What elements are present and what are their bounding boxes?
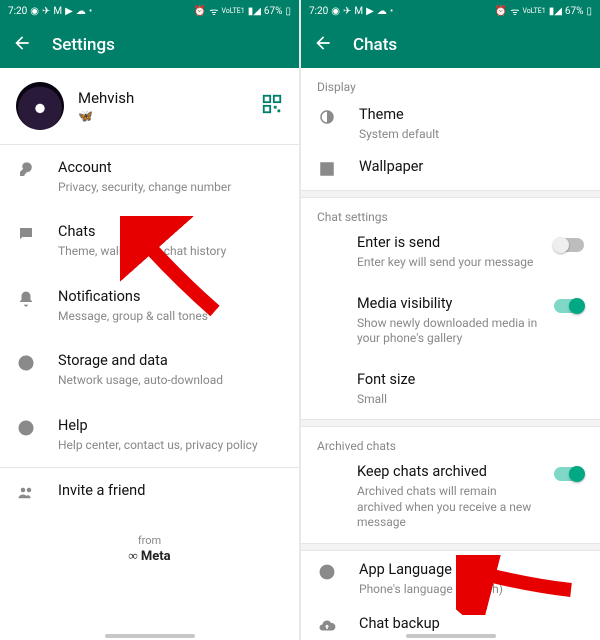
status-bar: 7:20 ◉ ✈ M ▶ ☁ • ⏰ ᯤ VoLTE1 ▮◢ 67% ▯: [0, 0, 299, 22]
item-sub: Message, group & call tones: [58, 309, 283, 325]
section-display: Display: [301, 68, 600, 100]
settings-item-notifications[interactable]: Notifications Message, group & call tones: [0, 274, 299, 338]
item-sub: Help center, contact us, privacy policy: [58, 438, 283, 454]
item-title: Invite a friend: [58, 482, 283, 501]
settings-item-storage[interactable]: Storage and data Network usage, auto-down…: [0, 338, 299, 402]
telegram-icon: ✈: [42, 6, 50, 17]
chat-icon: [16, 225, 36, 243]
chats-item-font-size[interactable]: Font sizeSmall: [301, 359, 600, 419]
item-title: Storage and data: [58, 352, 283, 371]
battery-icon: ▯: [285, 6, 291, 17]
volte-icon: VoLTE1: [221, 7, 244, 15]
item-title: Notifications: [58, 288, 283, 307]
chats-item-app-language[interactable]: App LanguagePhone's language (English): [301, 551, 600, 607]
nav-handle: [105, 634, 195, 638]
bell-icon: [16, 290, 36, 308]
qr-icon[interactable]: [261, 93, 283, 120]
page-title: Settings: [52, 35, 115, 55]
cloud-upload-icon: [317, 617, 337, 635]
avatar: [16, 82, 64, 130]
data-icon: [16, 354, 36, 372]
toggle-enter-send[interactable]: [554, 238, 584, 252]
cloud-icon: ☁: [76, 6, 86, 17]
chats-settings-screen: 7:20 ◉✈M▶☁• ⏰ᯤ VoLTE1 ▮◢ 67%▯ Chats Disp…: [301, 0, 600, 640]
profile-row[interactable]: Mehvish 🦋: [0, 68, 299, 144]
profile-status: 🦋: [78, 109, 247, 123]
meta-brand: ∞ Meta: [0, 548, 299, 564]
settings-item-invite[interactable]: Invite a friend: [0, 468, 299, 516]
status-time: 7:20: [8, 6, 27, 17]
whatsapp-icon: ◉: [30, 6, 39, 17]
status-bar: 7:20 ◉✈M▶☁• ⏰ᯤ VoLTE1 ▮◢ 67%▯: [301, 0, 600, 22]
item-sub: Network usage, auto-download: [58, 373, 283, 389]
chats-item-media-visibility[interactable]: Media visibilityShow newly downloaded me…: [301, 283, 600, 359]
chats-item-enter-send[interactable]: Enter is sendEnter key will send your me…: [301, 230, 600, 282]
page-title: Chats: [353, 35, 397, 55]
mail-icon: M: [53, 6, 62, 17]
item-title: Help: [58, 417, 283, 436]
nav-handle: [406, 634, 496, 638]
globe-icon: [317, 563, 337, 581]
settings-screen: 7:20 ◉ ✈ M ▶ ☁ • ⏰ ᯤ VoLTE1 ▮◢ 67% ▯ Set…: [0, 0, 299, 640]
alarm-icon: ⏰: [194, 6, 206, 17]
status-time: 7:20: [309, 6, 328, 17]
toggle-media-visibility[interactable]: [554, 299, 584, 313]
signal-icon: ▮◢: [248, 6, 261, 17]
chats-item-keep-archived[interactable]: Keep chats archivedArchived chats will r…: [301, 459, 600, 543]
battery-text: 67%: [264, 6, 283, 17]
people-icon: [16, 484, 36, 502]
theme-icon: [317, 108, 337, 126]
settings-item-chats[interactable]: Chats Theme, wallpapers, chat history: [0, 209, 299, 273]
settings-item-account[interactable]: Account Privacy, security, change number: [0, 145, 299, 209]
youtube-icon: ▶: [65, 6, 73, 17]
app-bar: Chats: [301, 22, 600, 68]
help-icon: [16, 419, 36, 437]
settings-item-help[interactable]: Help Help center, contact us, privacy pol…: [0, 403, 299, 467]
toggle-keep-archived[interactable]: [554, 467, 584, 481]
item-sub: Theme, wallpapers, chat history: [58, 244, 283, 260]
profile-name: Mehvish: [78, 89, 247, 107]
back-icon[interactable]: [12, 33, 32, 57]
back-icon[interactable]: [313, 33, 333, 57]
app-bar: Settings: [0, 22, 299, 68]
from-label: from: [0, 534, 299, 547]
chats-item-theme[interactable]: ThemeSystem default: [301, 100, 600, 152]
wifi-icon: ᯤ: [209, 4, 218, 18]
item-title: Chats: [58, 223, 283, 242]
item-title: Account: [58, 159, 283, 178]
section-archived: Archived chats: [301, 427, 600, 459]
wallpaper-icon: [317, 160, 337, 178]
item-sub: Privacy, security, change number: [58, 180, 283, 196]
key-icon: [16, 161, 36, 179]
section-chat-settings: Chat settings: [301, 198, 600, 230]
chats-item-wallpaper[interactable]: Wallpaper: [301, 152, 600, 190]
